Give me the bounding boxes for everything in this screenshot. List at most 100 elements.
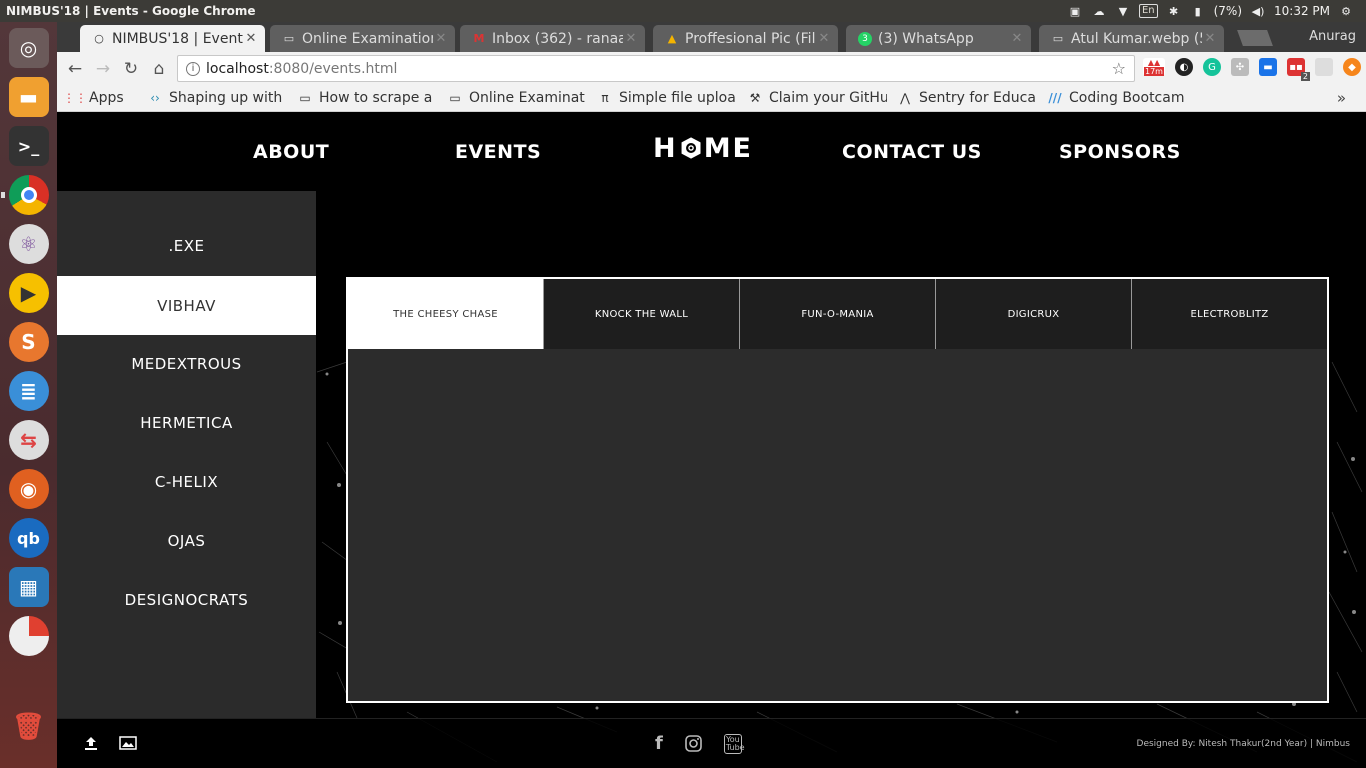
- category-c-helix[interactable]: C-HELIX: [57, 452, 316, 511]
- category-designocrats[interactable]: DESIGNOCRATS: [57, 570, 316, 629]
- bookmark-simple-file-upload[interactable]: π Simple file uploa: [597, 90, 737, 106]
- bookmarks-overflow-button[interactable]: »: [1337, 89, 1346, 107]
- event-tab-fun-o-mania[interactable]: FUN-O-MANIA: [739, 279, 935, 349]
- timer-extension-icon[interactable]: ▲▲ 17m: [1143, 58, 1165, 76]
- bookmark-shaping-up[interactable]: ‹› Shaping up with: [147, 90, 287, 106]
- tab-gmail-inbox[interactable]: M Inbox (362) - ranaan ✕: [460, 25, 645, 52]
- trash-icon[interactable]: 🗑: [9, 707, 49, 747]
- image-viewer-icon[interactable]: ▦: [8, 567, 49, 607]
- firefox-icon[interactable]: ◉: [8, 469, 49, 509]
- text-editor-icon[interactable]: ≣: [8, 371, 49, 411]
- power-icon[interactable]: ⚙: [1338, 4, 1354, 18]
- tab-atul-kumar-webp[interactable]: ▭ Atul Kumar.webp (5 ✕: [1039, 25, 1224, 52]
- settings-toggle-icon[interactable]: ⇆: [8, 420, 49, 460]
- facebook-icon[interactable]: f: [655, 733, 663, 754]
- wifi-icon[interactable]: ▼: [1115, 4, 1131, 18]
- event-tab-electroblitz[interactable]: ELECTROBLITZ: [1131, 279, 1327, 349]
- nav-sponsors-link[interactable]: SPONSORS: [1059, 141, 1181, 163]
- url-host: localhost: [206, 60, 269, 77]
- todo-extension-icon[interactable]: ▪▪ 2: [1287, 58, 1310, 81]
- bookmark-online-examination[interactable]: ▭ Online Examinat: [447, 90, 587, 106]
- tab-whatsapp[interactable]: 3 (3) WhatsApp ✕: [846, 25, 1031, 52]
- battery-icon[interactable]: ▮: [1190, 4, 1206, 18]
- blue-extension-icon[interactable]: ▬: [1259, 58, 1277, 76]
- page-icon: ○: [94, 32, 104, 45]
- bookmark-claim-github[interactable]: ⚒ Claim your GitHu: [747, 90, 887, 106]
- event-category-sidebar: .EXE VIBHAV MEDEXTROUS HERMETICA C-HELIX…: [57, 191, 316, 718]
- event-tab-cheesy-chase[interactable]: THE CHEESY CHASE: [348, 279, 543, 349]
- close-tab-icon[interactable]: ✕: [243, 31, 259, 46]
- bluetooth-icon[interactable]: ✱: [1166, 4, 1182, 18]
- puzzle-extension-icon[interactable]: ✣: [1231, 58, 1249, 76]
- grammarly-extension-icon[interactable]: G: [1203, 58, 1221, 76]
- sublime-icon[interactable]: S: [8, 322, 49, 362]
- doc-icon: ▭: [1052, 32, 1064, 45]
- dark-reader-extension-icon[interactable]: ◐: [1175, 58, 1193, 76]
- close-tab-icon[interactable]: ✕: [1202, 31, 1218, 46]
- media-player-icon[interactable]: ▶: [8, 273, 49, 313]
- home-icon[interactable]: ⌂: [145, 59, 173, 79]
- keyboard-layout[interactable]: En: [1138, 4, 1158, 18]
- nav-events-link[interactable]: EVENTS: [455, 141, 541, 163]
- nav-about-link[interactable]: ABOUT: [253, 141, 329, 163]
- terminal-icon[interactable]: >_: [8, 126, 49, 166]
- bookmarks-bar: ⋮⋮ Apps ‹› Shaping up with ▭ How to scrape …: [57, 85, 1366, 112]
- close-tab-icon[interactable]: ✕: [433, 31, 449, 46]
- site-info-icon[interactable]: i: [186, 61, 200, 76]
- category-hermetica[interactable]: HERMETICA: [57, 393, 316, 452]
- atom-icon[interactable]: ⚛: [8, 224, 49, 264]
- back-icon[interactable]: ←: [61, 59, 89, 79]
- bookmark-apps[interactable]: ⋮⋮ Apps: [67, 90, 137, 106]
- clock[interactable]: 10:32 PM: [1274, 4, 1330, 18]
- new-tab-button[interactable]: [1237, 30, 1273, 46]
- sentry-icon: ⋀: [900, 91, 910, 105]
- apps-icon: ⋮⋮: [67, 91, 87, 105]
- tools-icon: ⚒: [749, 91, 761, 105]
- close-tab-icon[interactable]: ✕: [623, 31, 639, 46]
- footer-tools: [83, 735, 137, 751]
- address-bar[interactable]: i localhost :8080/events.html ☆: [177, 55, 1135, 82]
- profile-name[interactable]: Anurag: [1309, 29, 1356, 44]
- browser-toolbar: ← → ↻ ⌂ i localhost :8080/events.html ☆ …: [57, 52, 1366, 85]
- designer-credit: Designed By: Nitesh Thakur(2nd Year) | N…: [1136, 739, 1350, 749]
- forward-icon[interactable]: →: [89, 59, 117, 79]
- logo-letters-me: ME: [703, 132, 753, 164]
- qbittorrent-icon[interactable]: qb: [8, 518, 49, 558]
- gmail-icon: M: [473, 32, 485, 45]
- files-icon[interactable]: ▬: [8, 77, 49, 117]
- category-vibhav[interactable]: VIBHAV: [57, 276, 316, 335]
- tab-online-examination[interactable]: ▭ Online Examination ✕: [270, 25, 455, 52]
- close-tab-icon[interactable]: ✕: [816, 31, 832, 46]
- image-icon[interactable]: [119, 735, 137, 751]
- volume-icon[interactable]: ◀): [1250, 4, 1266, 18]
- event-tab-digicrux[interactable]: DIGICRUX: [935, 279, 1131, 349]
- bookmark-star-icon[interactable]: ☆: [1112, 59, 1126, 78]
- disk-usage-icon[interactable]: [8, 616, 49, 656]
- pi-icon: π: [601, 91, 609, 105]
- event-tab-knock-the-wall[interactable]: KNOCK THE WALL: [543, 279, 739, 349]
- doc-icon: ▭: [299, 91, 311, 105]
- youtube-icon[interactable]: You Tube: [723, 733, 745, 754]
- metamask-extension-icon[interactable]: ◆: [1343, 58, 1361, 76]
- instagram-icon[interactable]: [685, 735, 702, 752]
- url-path: :8080/events.html: [268, 60, 398, 77]
- category-exe[interactable]: .EXE: [57, 216, 316, 275]
- ubuntu-dash-icon[interactable]: ◎: [8, 28, 49, 68]
- bookmark-coding-bootcamp[interactable]: ///Coding Bootcam: [1047, 90, 1187, 106]
- nav-contact-link[interactable]: CONTACT US: [842, 141, 982, 163]
- close-tab-icon[interactable]: ✕: [1009, 31, 1025, 46]
- reload-icon[interactable]: ↻: [117, 59, 145, 79]
- tab-nimbus-events[interactable]: ○ NIMBUS'18 | Events ✕: [80, 25, 265, 52]
- skype-icon[interactable]: ☁: [1091, 4, 1107, 18]
- chrome-icon[interactable]: [0, 175, 49, 215]
- pages-extension-icon[interactable]: [1315, 58, 1333, 76]
- tab-google-drive[interactable]: ▲ Proffesional Pic (File ✕: [653, 25, 838, 52]
- bookmark-sentry[interactable]: ⋀ Sentry for Educa: [897, 90, 1037, 106]
- upload-icon[interactable]: [83, 735, 99, 751]
- screenshot-icon[interactable]: ▣: [1067, 4, 1083, 18]
- event-tabs: THE CHEESY CHASE KNOCK THE WALL FUN-O-MA…: [348, 279, 1327, 349]
- category-medextrous[interactable]: MEDEXTROUS: [57, 334, 316, 393]
- category-ojas[interactable]: OJAS: [57, 511, 316, 570]
- home-logo-link[interactable]: H ME: [653, 122, 753, 174]
- bookmark-how-to-scrape[interactable]: ▭ How to scrape a: [297, 90, 437, 106]
